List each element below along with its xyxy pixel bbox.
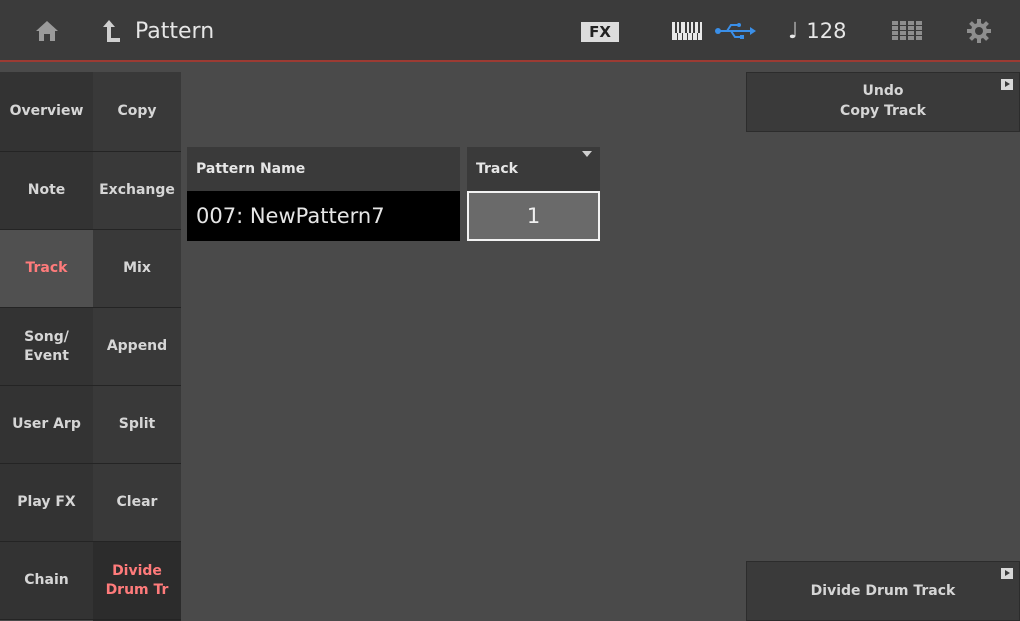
nav-play-fx[interactable]: Play FX <box>0 464 93 542</box>
back-icon[interactable] <box>102 18 122 44</box>
nav-label: Play FX <box>17 494 76 511</box>
tempo-value: 128 <box>806 19 847 43</box>
nav-label: Split <box>118 416 156 433</box>
keyboard-icon <box>672 22 708 40</box>
nav-label: Clear <box>116 494 158 511</box>
dropdown-triangle-icon <box>582 151 592 157</box>
nav-track[interactable]: Track <box>0 230 93 308</box>
secondary-nav: Copy Exchange Mix Append Split Clear Div… <box>93 72 181 621</box>
pattern-name-label: Pattern Name <box>187 147 460 191</box>
nav-user-arp[interactable]: User Arp <box>0 386 93 464</box>
usb-icon <box>714 22 756 40</box>
track-label[interactable]: Track <box>467 147 600 191</box>
nav-note[interactable]: Note <box>0 152 93 230</box>
quarter-note-icon: ♩ <box>788 18 799 44</box>
nav-append[interactable]: Append <box>93 308 181 386</box>
nav-exchange[interactable]: Exchange <box>93 152 181 230</box>
nav-label: User Arp <box>12 416 81 433</box>
fx-badge[interactable]: FX <box>581 22 619 42</box>
nav-mix[interactable]: Mix <box>93 230 181 308</box>
nav-copy[interactable]: Copy <box>93 72 181 152</box>
gear-icon[interactable] <box>967 19 991 43</box>
header-bar: Pattern FX ♩ 128 <box>0 0 1020 62</box>
nav-label: Mix <box>123 260 151 277</box>
track-label-text: Track <box>476 161 518 177</box>
nav-chain[interactable]: Chain <box>0 542 93 620</box>
divide-button-label: Divide Drum Track <box>810 583 956 600</box>
track-value-field[interactable]: 1 <box>467 191 600 241</box>
nav-divide-drum-tr[interactable]: Divide Drum Tr <box>93 542 181 620</box>
nav-label: Exchange <box>99 182 175 199</box>
nav-label: Note <box>27 182 66 199</box>
nav-label: Copy <box>117 103 157 120</box>
play-arrow-icon <box>1001 568 1013 579</box>
nav-overview[interactable]: Overview <box>0 72 93 152</box>
undo-button-label: Undo Copy Track <box>840 83 926 119</box>
pattern-name-field[interactable]: 007: NewPattern7 <box>187 191 460 241</box>
nav-label: Append <box>106 338 168 355</box>
home-icon[interactable] <box>34 18 60 44</box>
nav-split[interactable]: Split <box>93 386 181 464</box>
play-arrow-icon <box>1001 79 1013 90</box>
divide-drum-track-button[interactable]: Divide Drum Track <box>746 561 1020 621</box>
grid-icon[interactable] <box>892 21 922 41</box>
primary-nav: Overview Note Track Song/ Event User Arp… <box>0 72 93 620</box>
nav-label: Song/ Event <box>24 328 69 364</box>
tempo-display[interactable]: ♩ 128 <box>788 14 846 48</box>
nav-label: Track <box>25 260 68 277</box>
nav-label: Chain <box>24 572 69 589</box>
nav-label: Divide Drum Tr <box>105 562 169 598</box>
nav-song-event[interactable]: Song/ Event <box>0 308 93 386</box>
undo-copy-track-button[interactable]: Undo Copy Track <box>746 72 1020 132</box>
nav-clear[interactable]: Clear <box>93 464 181 542</box>
nav-label: Overview <box>9 103 84 120</box>
page-title: Pattern <box>135 18 215 44</box>
